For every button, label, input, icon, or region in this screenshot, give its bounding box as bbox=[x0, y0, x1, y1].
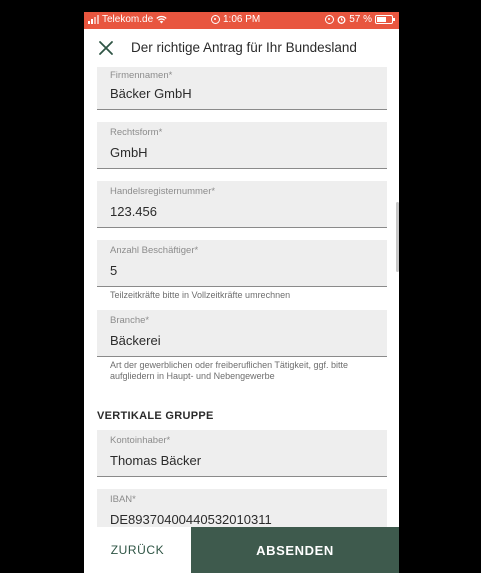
firmenname-input[interactable]: Bäcker GmbH bbox=[110, 86, 192, 101]
submit-button[interactable]: ABSENDEN bbox=[191, 527, 399, 573]
kontoinhaber-input[interactable]: Thomas Bäcker bbox=[110, 453, 201, 468]
field-label: Branche* bbox=[110, 315, 150, 326]
alarm-indicator-icon bbox=[211, 15, 220, 24]
field-label: Firmennamen* bbox=[110, 70, 173, 81]
scrollbar[interactable] bbox=[396, 202, 399, 272]
field-label: Kontoinhaber* bbox=[110, 435, 171, 446]
branche-field[interactable]: Branche* Bäckerei bbox=[97, 310, 387, 357]
field-hint: Art der gewerblichen oder freiberufliche… bbox=[110, 360, 348, 381]
wifi-icon bbox=[156, 15, 167, 24]
anzahl-beschaeftiger-field[interactable]: Anzahl Beschäftiger* 5 bbox=[97, 240, 387, 287]
signal-icon bbox=[88, 15, 99, 24]
kontoinhaber-field[interactable]: Kontoinhaber* Thomas Bäcker bbox=[97, 430, 387, 477]
dialog-header: Der richtige Antrag für Ihr Bundesland bbox=[84, 29, 399, 67]
handelsregisternummer-input[interactable]: 123.456 bbox=[110, 204, 157, 219]
close-icon bbox=[99, 41, 113, 55]
carrier-name: Telekom.de bbox=[102, 14, 154, 25]
field-label: Rechtsform* bbox=[110, 127, 163, 138]
handelsregisternummer-field[interactable]: Handelsregisternummer* 123.456 bbox=[97, 181, 387, 228]
rechtsform-field[interactable]: Rechtsform* GmbH bbox=[97, 122, 387, 169]
section-title: VERTIKALE GRUPPE bbox=[97, 410, 214, 422]
alarm-icon bbox=[337, 16, 346, 24]
field-label: Anzahl Beschäftiger* bbox=[110, 245, 199, 256]
firmenname-field[interactable]: Firmennamen* Bäcker GmbH bbox=[97, 67, 387, 110]
battery-percent: 57 % bbox=[349, 14, 372, 25]
close-button[interactable] bbox=[96, 38, 116, 58]
rechtsform-input[interactable]: GmbH bbox=[110, 145, 148, 160]
status-time: 1:06 PM bbox=[223, 14, 261, 25]
field-label: IBAN* bbox=[110, 494, 136, 505]
field-label: Handelsregisternummer* bbox=[110, 186, 216, 197]
branche-input[interactable]: Bäckerei bbox=[110, 333, 161, 348]
back-button[interactable]: ZURÜCK bbox=[84, 527, 191, 573]
footer-actions: ZURÜCK ABSENDEN bbox=[84, 527, 399, 573]
page-title: Der richtige Antrag für Ihr Bundesland bbox=[131, 40, 357, 55]
anzahl-beschaeftiger-input[interactable]: 5 bbox=[110, 263, 117, 278]
battery-icon bbox=[375, 15, 395, 24]
iban-input[interactable]: DE89370400440532010311 bbox=[110, 512, 272, 527]
status-bar: Telekom.de 1:06 PM 57 % bbox=[84, 12, 399, 29]
form-scroll-area[interactable]: Firmennamen* Bäcker GmbH Rechtsform* Gmb… bbox=[84, 67, 399, 527]
field-hint: Teilzeitkräfte bitte in Vollzeitkräfte u… bbox=[110, 290, 291, 300]
phone-screen: Telekom.de 1:06 PM 57 % Der richtige Ant… bbox=[84, 12, 399, 573]
rotation-lock-icon bbox=[325, 15, 335, 24]
iban-field[interactable]: IBAN* DE89370400440532010311 bbox=[97, 489, 387, 527]
